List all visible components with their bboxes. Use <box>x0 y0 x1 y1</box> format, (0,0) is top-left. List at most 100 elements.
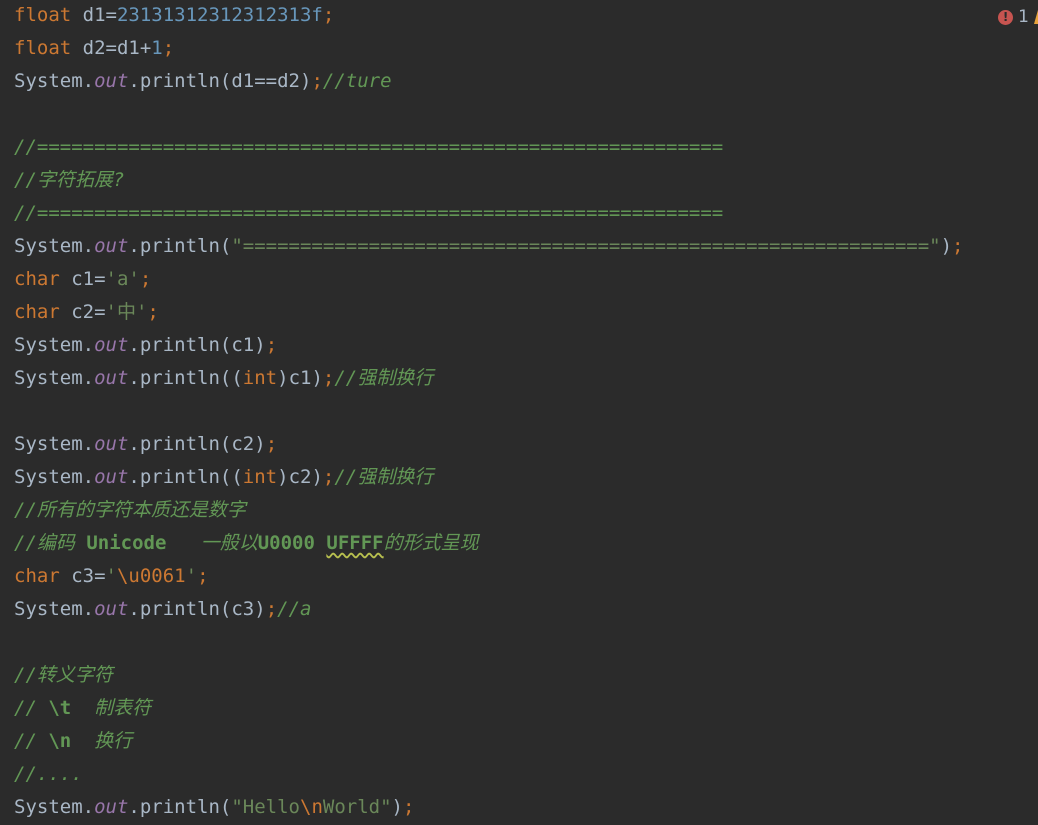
code-token: .println(d1==d2) <box>128 70 312 92</box>
code-token: out <box>94 466 129 488</box>
code-line[interactable] <box>14 99 963 132</box>
code-line[interactable] <box>14 396 963 429</box>
code-token: System. <box>14 235 95 257</box>
code-line[interactable]: System.out.println(c3);//a <box>14 594 963 627</box>
code-token: d2=d1+ <box>71 37 152 59</box>
code-token: out <box>94 367 129 389</box>
inspection-widget[interactable]: ! 1 <box>998 6 1038 28</box>
code-token: c2= <box>59 301 106 323</box>
code-token: ; <box>265 334 278 356</box>
code-token: System. <box>14 433 95 455</box>
code-area[interactable]: float d1=23131312312312313f; float d2=d1+… <box>14 0 963 825</box>
code-token: //a <box>277 598 312 620</box>
code-token: out <box>94 70 129 92</box>
code-token: 制表符 <box>71 697 152 719</box>
code-token: ; <box>162 37 175 59</box>
code-editor[interactable]: float d1=23131312312312313f; float d2=d1+… <box>0 0 1038 825</box>
code-token: float <box>14 37 72 59</box>
code-token: int <box>242 466 278 488</box>
code-line[interactable]: //.... <box>14 759 963 792</box>
code-token: out <box>94 433 129 455</box>
code-token: //======================================… <box>14 136 724 158</box>
code-line[interactable]: System.out.println("====================… <box>14 231 963 264</box>
code-token: World" <box>322 796 392 818</box>
code-token: out <box>94 334 129 356</box>
code-token: ; <box>952 235 964 257</box>
code-token: \n <box>48 730 72 752</box>
code-line[interactable]: //所有的字符本质还是数字 <box>14 495 963 528</box>
code-line[interactable]: System.out.println("Hello\nWorld"); <box>14 792 963 825</box>
code-token: System. <box>14 70 95 92</box>
code-token: //所有的字符本质还是数字 <box>14 499 246 521</box>
code-token: 一般以 <box>166 532 258 554</box>
code-line[interactable]: // \n 换行 <box>14 726 963 759</box>
code-token: \u0061 <box>116 565 186 587</box>
code-token: .println(( <box>128 466 243 488</box>
code-token: // <box>14 730 49 752</box>
code-token: out <box>94 598 129 620</box>
code-token: 'a' <box>105 268 140 290</box>
code-token: .println( <box>128 235 232 257</box>
code-token: System. <box>14 334 95 356</box>
code-token: System. <box>14 598 95 620</box>
code-line[interactable]: System.out.println(d1==d2);//ture <box>14 66 963 99</box>
code-line[interactable] <box>14 627 963 660</box>
code-token: char <box>14 565 60 587</box>
code-token: c3= <box>59 565 106 587</box>
code-token: ) <box>391 796 403 818</box>
code-token: char <box>14 301 60 323</box>
code-line[interactable]: System.out.println((int)c2);//强制换行 <box>14 462 963 495</box>
code-token: System. <box>14 367 95 389</box>
code-token: //======================================… <box>14 202 724 224</box>
code-token: d1= <box>71 4 117 26</box>
code-token: ) <box>940 235 953 257</box>
warning-triangle-icon[interactable] <box>1034 10 1038 24</box>
code-line[interactable]: char c2='中'; <box>14 297 963 330</box>
code-token: ' <box>185 565 198 587</box>
code-token: UFFFF <box>326 532 384 554</box>
code-token: ; <box>265 598 278 620</box>
code-line[interactable]: //编码 Unicode 一般以U0000 UFFFF的形式呈现 <box>14 528 963 561</box>
code-token: ; <box>265 433 278 455</box>
code-line[interactable]: //======================================… <box>14 132 963 165</box>
code-token: System. <box>14 796 95 818</box>
code-token: c1= <box>59 268 106 290</box>
code-token: ; <box>322 367 335 389</box>
code-token: //ture <box>322 70 392 92</box>
code-token: out <box>94 796 129 818</box>
code-token: .println(( <box>128 367 243 389</box>
code-line[interactable]: float d1=23131312312312313f; <box>14 0 963 33</box>
code-token: ' <box>105 565 117 587</box>
error-count: 1 <box>1018 7 1029 27</box>
code-token: ; <box>139 268 152 290</box>
code-line[interactable]: //转义字符 <box>14 660 963 693</box>
code-line[interactable]: System.out.println(c2); <box>14 429 963 462</box>
code-line[interactable]: //字符拓展? <box>14 165 963 198</box>
code-token: "Hello <box>231 796 300 818</box>
code-line[interactable]: char c3='\u0061'; <box>14 561 963 594</box>
code-token: System. <box>14 466 95 488</box>
code-token: float <box>14 4 72 26</box>
code-token: .println( <box>128 796 232 818</box>
code-token: //强制换行 <box>334 367 434 389</box>
error-icon[interactable]: ! <box>998 9 1014 25</box>
code-line[interactable]: // \t 制表符 <box>14 693 963 726</box>
code-token: int <box>242 367 278 389</box>
code-token: '中' <box>105 301 148 323</box>
code-token: //编码 <box>14 532 87 554</box>
code-token: ; <box>311 70 323 92</box>
code-token: 的形式呈现 <box>383 532 479 554</box>
code-token: \t <box>48 697 72 719</box>
code-token: //.... <box>14 763 83 785</box>
code-token: ; <box>402 796 415 818</box>
code-line[interactable]: System.out.println(c1); <box>14 330 963 363</box>
code-line[interactable]: System.out.println((int)c1);//强制换行 <box>14 363 963 396</box>
code-token: \n <box>300 796 323 818</box>
code-line[interactable]: float d2=d1+1; <box>14 33 963 66</box>
code-token: U0000 <box>257 532 327 554</box>
code-token: Unicode <box>86 532 167 554</box>
code-line[interactable]: char c1='a'; <box>14 264 963 297</box>
code-line[interactable]: //======================================… <box>14 198 963 231</box>
code-token: ; <box>147 301 159 323</box>
code-token: ; <box>322 4 335 26</box>
